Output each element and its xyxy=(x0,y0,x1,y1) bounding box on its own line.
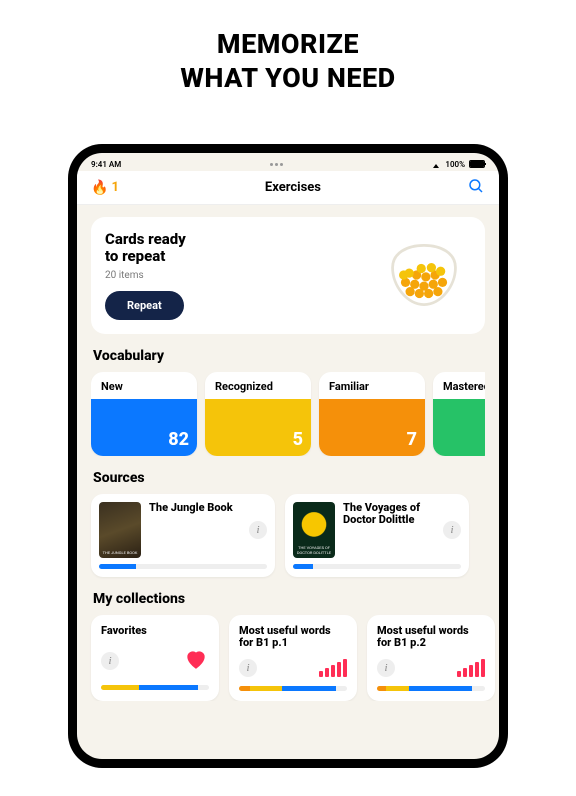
promo-line-1: MEMORIZE xyxy=(0,28,576,60)
collection-title: Most useful words for B1 p.2 xyxy=(377,625,485,650)
section-sources: Sources xyxy=(93,470,483,486)
vocab-label: New xyxy=(91,372,197,393)
section-vocabulary: Vocabulary xyxy=(93,348,483,364)
section-collections: My collections xyxy=(93,591,483,607)
source-card[interactable]: THE JUNGLE BOOK The Jungle Book i xyxy=(91,494,275,577)
vocab-bar: 5 xyxy=(205,399,311,456)
repeat-button[interactable]: Repeat xyxy=(105,291,184,320)
collection-card[interactable]: Most useful words for B1 p.2 i xyxy=(367,615,495,701)
book-cover: THE JUNGLE BOOK xyxy=(99,502,141,558)
collection-card[interactable]: Most useful words for B1 p.1 i xyxy=(229,615,357,701)
multitask-dots xyxy=(270,163,283,166)
vocab-bar xyxy=(433,399,485,456)
wifi-icon xyxy=(431,160,441,168)
vocab-card-familiar[interactable]: Familiar 7 xyxy=(319,372,425,456)
battery-icon xyxy=(469,160,485,168)
heart-icon xyxy=(183,646,209,676)
book-cover: THE VOYAGES OF DOCTOR DOLITTLE xyxy=(293,502,335,558)
signal-icon xyxy=(319,659,347,677)
status-time: 9:41 AM xyxy=(91,160,121,169)
source-title: The Voyages of Doctor Dolittle xyxy=(343,502,435,527)
sources-row: THE JUNGLE BOOK The Jungle Book i THE VO… xyxy=(91,494,485,577)
collection-title: Most useful words for B1 p.1 xyxy=(239,625,347,650)
brain-icon xyxy=(377,238,471,312)
vocab-bar: 82 xyxy=(91,399,197,456)
ready-subtitle: 20 items xyxy=(105,270,186,281)
progress-bar xyxy=(99,564,267,569)
top-bar: 🔥 1 Exercises xyxy=(77,171,499,205)
info-icon[interactable]: i xyxy=(249,521,267,539)
screen: 9:41 AM 100% 🔥 1 Exercises Cards readyto… xyxy=(77,153,499,759)
signal-icon xyxy=(457,659,485,677)
source-title: The Jungle Book xyxy=(149,502,241,515)
vocab-label: Familiar xyxy=(319,372,425,393)
vocab-label: Mastered xyxy=(433,372,485,393)
page-title: Exercises xyxy=(265,180,321,195)
ready-card[interactable]: Cards readyto repeat 20 items Repeat xyxy=(91,217,485,334)
collection-title: Favorites xyxy=(101,625,209,638)
vocab-card-recognized[interactable]: Recognized 5 xyxy=(205,372,311,456)
ready-title: Cards readyto repeat xyxy=(105,231,186,266)
status-bar: 9:41 AM 100% xyxy=(77,153,499,171)
collection-card[interactable]: Favorites i xyxy=(91,615,219,701)
info-icon[interactable]: i xyxy=(377,659,395,677)
search-icon xyxy=(467,177,485,195)
tablet-frame: 9:41 AM 100% 🔥 1 Exercises Cards readyto… xyxy=(68,144,508,768)
vocabulary-row: New 82Recognized 5Familiar 7Mastered xyxy=(91,372,485,456)
streak-value: 1 xyxy=(111,180,118,195)
source-card[interactable]: THE VOYAGES OF DOCTOR DOLITTLE The Voyag… xyxy=(285,494,469,577)
progress-bar xyxy=(101,685,209,690)
flame-icon: 🔥 xyxy=(91,180,108,196)
progress-bar xyxy=(377,686,485,691)
streak-counter[interactable]: 🔥 1 xyxy=(91,180,119,196)
content: Cards readyto repeat 20 items Repeat Voc… xyxy=(77,205,499,701)
vocab-card-mastered[interactable]: Mastered xyxy=(433,372,485,456)
progress-bar xyxy=(239,686,347,691)
vocab-card-new[interactable]: New 82 xyxy=(91,372,197,456)
vocab-bar: 7 xyxy=(319,399,425,456)
collections-row: Favorites i Most useful words for B1 p.1… xyxy=(91,615,485,701)
info-icon[interactable]: i xyxy=(239,659,257,677)
vocab-label: Recognized xyxy=(205,372,311,393)
info-icon[interactable]: i xyxy=(101,652,119,670)
promo-line-2: WHAT YOU NEED xyxy=(0,62,576,94)
status-battery-text: 100% xyxy=(445,160,465,169)
progress-bar xyxy=(293,564,461,569)
search-button[interactable] xyxy=(467,177,485,199)
info-icon[interactable]: i xyxy=(443,521,461,539)
